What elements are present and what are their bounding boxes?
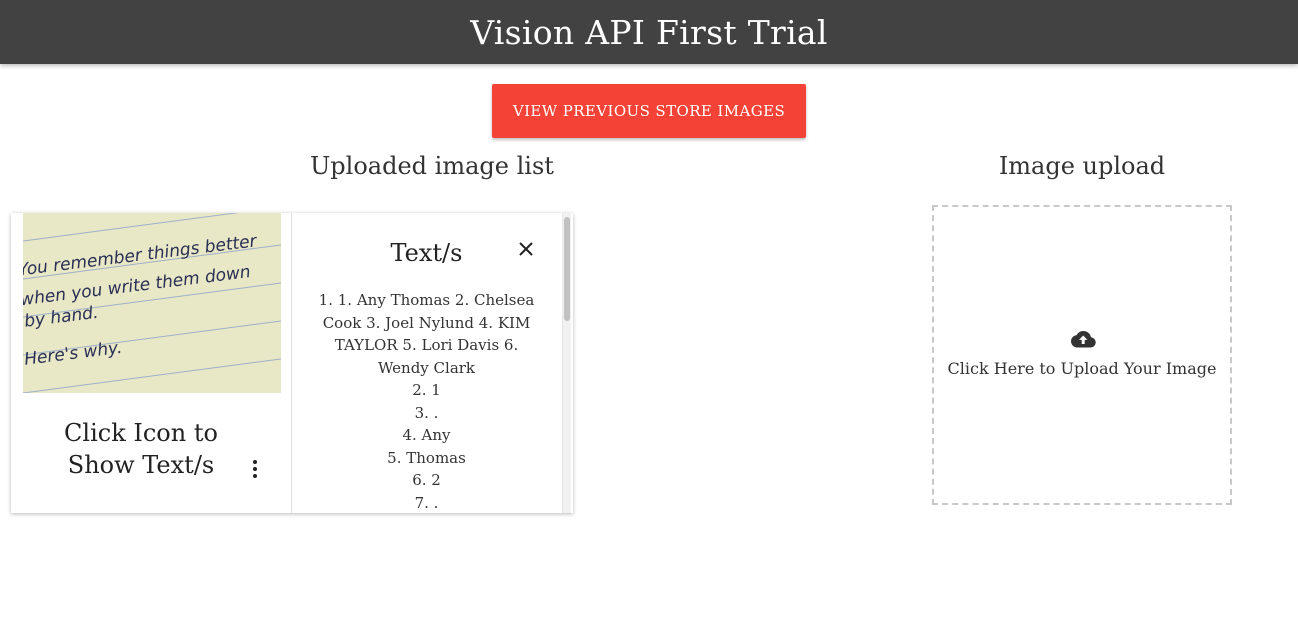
close-icon[interactable]: [514, 237, 538, 261]
extracted-text-line: 4. Any: [402, 426, 451, 444]
extracted-text-line: 3. .: [414, 403, 439, 422]
uploaded-list-heading: Uploaded image list: [310, 152, 554, 180]
card-reveal-panel: Text/s 1. 1. Any Thomas 2. Chelsea Cook …: [290, 213, 574, 513]
handwriting-image: You remember things better when you writ…: [23, 213, 281, 393]
upload-label: Click Here to Upload Your Image: [947, 359, 1217, 378]
reveal-scrollbar-thumb[interactable]: [564, 217, 570, 321]
more-vert-icon[interactable]: [243, 457, 267, 481]
extracted-text-line: 5. Thomas: [387, 448, 466, 467]
extracted-text-list: 1. 1. Any Thomas 2. Chelsea Cook 3. Joel…: [316, 289, 538, 513]
uploaded-image-card: You remember things better when you writ…: [11, 213, 573, 513]
extracted-text-line: 6. 2: [412, 471, 441, 489]
extracted-text-line: 1. 1. Any Thomas 2. Chelsea Cook 3. Joel…: [318, 291, 535, 377]
card-image-pane: You remember things better when you writ…: [11, 213, 291, 513]
cloud-upload-icon: [1071, 331, 1096, 348]
app-title: Vision API First Trial: [470, 12, 828, 52]
uploaded-image-thumbnail[interactable]: You remember things better when you writ…: [23, 213, 281, 393]
image-upload-heading: Image upload: [998, 152, 1166, 180]
card-title: Click Icon to Show Text/s: [64, 419, 218, 479]
extracted-text-line: 7. .: [414, 493, 439, 512]
image-upload-dropzone[interactable]: Click Here to Upload Your Image: [932, 205, 1232, 505]
view-previous-images-button[interactable]: VIEW PREVIOUS STORE IMAGES: [492, 84, 806, 138]
top-navbar: Vision API First Trial: [0, 0, 1298, 64]
extracted-text-line: 2. 1: [412, 381, 441, 399]
